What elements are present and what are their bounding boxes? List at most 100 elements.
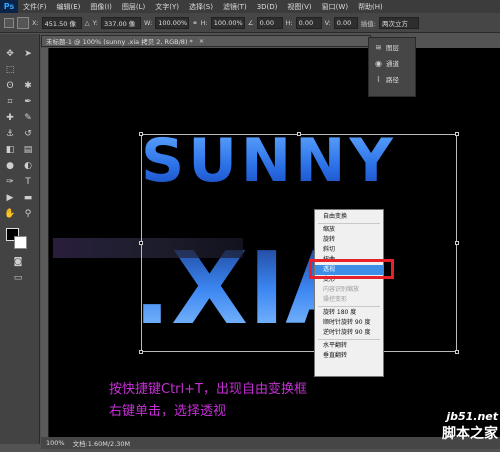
watermark-site: jb51.net <box>446 410 498 423</box>
panel-paths-label: 路径 <box>386 76 399 84</box>
menu-rotate-90-ccw[interactable]: 逆时针旋转 90 度 <box>315 328 383 338</box>
y-position-field[interactable]: 337.00 像 <box>100 16 141 29</box>
width-field[interactable]: 100.00% <box>155 16 190 29</box>
menu-flip-vertical[interactable]: 垂直翻转 <box>315 351 383 361</box>
x-position-field[interactable]: 451.50 像 <box>41 16 82 29</box>
screen-mode-icon[interactable]: ▭ <box>12 272 24 284</box>
transform-handle-tl[interactable] <box>139 132 143 136</box>
instruction-line-2: 右键单击，选择透视 <box>109 404 227 419</box>
transform-handle-tr[interactable] <box>455 132 459 136</box>
clone-stamp-tool-icon[interactable]: ⚓ <box>4 128 16 140</box>
menu-puppet-warp: 操控变形 <box>323 296 348 303</box>
menu-type[interactable]: 文字(Y) <box>150 2 184 12</box>
transform-bounding-box[interactable] <box>141 134 457 352</box>
angle-field[interactable]: 0.00 <box>256 16 283 29</box>
lasso-tool-icon[interactable]: ʘ <box>4 80 16 92</box>
watermark: jb51.net 脚本之家 <box>418 410 498 450</box>
quick-mask-icon[interactable]: ◙ <box>12 256 24 268</box>
highlight-box <box>309 259 394 279</box>
vertical-skew-field[interactable]: 0.00 <box>333 16 358 29</box>
panel-paths[interactable]: ⌇ 路径 <box>369 72 415 86</box>
document-tab[interactable]: 未标题-1 @ 100% (sunny .xia 拷贝 2, RGB/8) * … <box>41 35 371 47</box>
watermark-name: 脚本之家 <box>442 426 498 442</box>
menu-separator <box>318 223 380 224</box>
dodge-tool-icon[interactable]: ◐ <box>22 160 34 172</box>
menu-help[interactable]: 帮助(H) <box>353 2 388 12</box>
zoom-level[interactable]: 100% <box>46 439 65 447</box>
menu-rotate-180[interactable]: 旋转 180 度 <box>315 308 383 318</box>
menu-separator <box>318 339 380 340</box>
path-selection-tool-icon[interactable]: ▶ <box>4 192 16 204</box>
menu-content-aware-scale: 内容识别缩放 <box>323 286 360 293</box>
tools-panel: ✥ ➤ ⬚ ʘ ✱ ⌗ ✒ ✚ ✎ ⚓ ↺ ◧ ▤ ● ◐ ✑ T ▶ ▬ ✋ … <box>0 34 40 444</box>
type-tool-icon[interactable]: T <box>22 176 34 188</box>
options-bar: X: 451.50 像 △ Y: 337.00 像 W: 100.00% ⚭ H… <box>0 13 500 33</box>
transform-tool-icon[interactable] <box>4 17 14 28</box>
menu-select[interactable]: 选择(S) <box>184 2 218 12</box>
menu-scale[interactable]: 缩放 <box>315 225 383 235</box>
angle-icon: ∠ <box>247 18 254 27</box>
layers-icon: ≋ <box>375 42 382 52</box>
menu-view[interactable]: 视图(V) <box>282 2 316 12</box>
marquee-tool-icon[interactable]: ⬚ <box>4 64 16 76</box>
context-menu: 自由变换 缩放 旋转 斜切 扭曲 透视 变形 内容识别缩放 操控变形 旋转 18… <box>314 209 384 377</box>
magic-wand-tool-icon[interactable]: ✱ <box>22 80 34 92</box>
eyedropper-tool-icon[interactable]: ✒ <box>22 96 34 108</box>
instruction-line-1: 按快捷键Ctrl+T，出现自由变换框 <box>109 382 307 397</box>
move-tool-icon[interactable]: ✥ <box>4 48 16 60</box>
photoshop-logo: Ps <box>0 0 18 13</box>
brush-tool-icon[interactable]: ✎ <box>22 112 34 124</box>
menu-rotate-90-cw[interactable]: 顺时针旋转 90 度 <box>315 318 383 328</box>
menu-layer[interactable]: 图层(L) <box>117 2 150 12</box>
healing-tool-icon[interactable]: ✚ <box>4 112 16 124</box>
zoom-tool-icon[interactable]: ⚲ <box>22 208 34 220</box>
close-tab-icon[interactable]: × <box>199 37 204 45</box>
transform-handle-bl[interactable] <box>139 350 143 354</box>
w-label: W: <box>143 18 153 27</box>
shape-tool-icon[interactable]: ▬ <box>22 192 34 204</box>
menu-edit[interactable]: 编辑(E) <box>52 2 86 12</box>
reference-point-icon[interactable] <box>17 16 29 29</box>
interpolation-select[interactable]: 两次立方 <box>378 16 419 29</box>
menu-free-transform[interactable]: 自由变换 <box>315 212 383 222</box>
delta-icon[interactable]: △ <box>85 19 90 27</box>
document-size: 文档:1.60M/2.30M <box>72 440 131 448</box>
history-brush-tool-icon[interactable]: ↺ <box>22 128 34 140</box>
y-label: Y: <box>92 18 98 27</box>
background-color-swatch[interactable] <box>14 236 27 249</box>
crop-tool-icon[interactable]: ⌗ <box>4 96 16 108</box>
transform-handle-mr[interactable] <box>455 241 459 245</box>
artboard-tool-icon[interactable]: ➤ <box>22 48 34 60</box>
menu-window[interactable]: 窗口(W) <box>317 2 353 12</box>
vertical-ruler <box>41 48 49 437</box>
transform-handle-tm[interactable] <box>297 132 301 136</box>
transform-handle-ml[interactable] <box>139 241 143 245</box>
height-field[interactable]: 100.00% <box>210 16 245 29</box>
canvas[interactable]: SUNNY .XIA 按快捷键Ctrl+T，出现自由变换框 右键单击，选择透视 <box>41 48 500 437</box>
interpolation-label: 插值: <box>360 19 376 28</box>
panel-layers-label: 图层 <box>386 44 399 52</box>
blur-tool-icon[interactable]: ● <box>4 160 16 172</box>
horizontal-skew-field[interactable]: 0.00 <box>295 16 322 29</box>
menu-image[interactable]: 图像(I) <box>85 2 117 12</box>
menu-skew[interactable]: 斜切 <box>315 245 383 255</box>
h-label: H: <box>200 18 208 27</box>
hand-tool-icon[interactable]: ✋ <box>4 208 16 220</box>
menu-rotate[interactable]: 旋转 <box>315 235 383 245</box>
menu-filter[interactable]: 滤镜(T) <box>218 2 252 12</box>
menu-flip-horizontal[interactable]: 水平翻转 <box>315 341 383 351</box>
channels-icon: ◉ <box>375 58 382 68</box>
eraser-tool-icon[interactable]: ◧ <box>4 144 16 156</box>
panel-layers[interactable]: ≋ 图层 <box>369 40 415 54</box>
panel-channels[interactable]: ◉ 通道 <box>369 56 415 70</box>
link-icon[interactable]: ⚭ <box>192 19 197 27</box>
menu-3d[interactable]: 3D(D) <box>252 3 283 11</box>
transform-handle-br[interactable] <box>455 350 459 354</box>
gradient-tool-icon[interactable]: ▤ <box>22 144 34 156</box>
menu-bar: Ps 文件(F) 编辑(E) 图像(I) 图层(L) 文字(Y) 选择(S) 滤… <box>0 0 500 13</box>
menu-file[interactable]: 文件(F) <box>18 2 52 12</box>
document-title: 未标题-1 @ 100% (sunny .xia 拷贝 2, RGB/8) * <box>46 38 193 46</box>
panel-channels-label: 通道 <box>386 60 399 68</box>
pen-tool-icon[interactable]: ✑ <box>4 176 16 188</box>
layers-panel-dock: ≋ 图层 ◉ 通道 ⌇ 路径 <box>368 37 416 97</box>
